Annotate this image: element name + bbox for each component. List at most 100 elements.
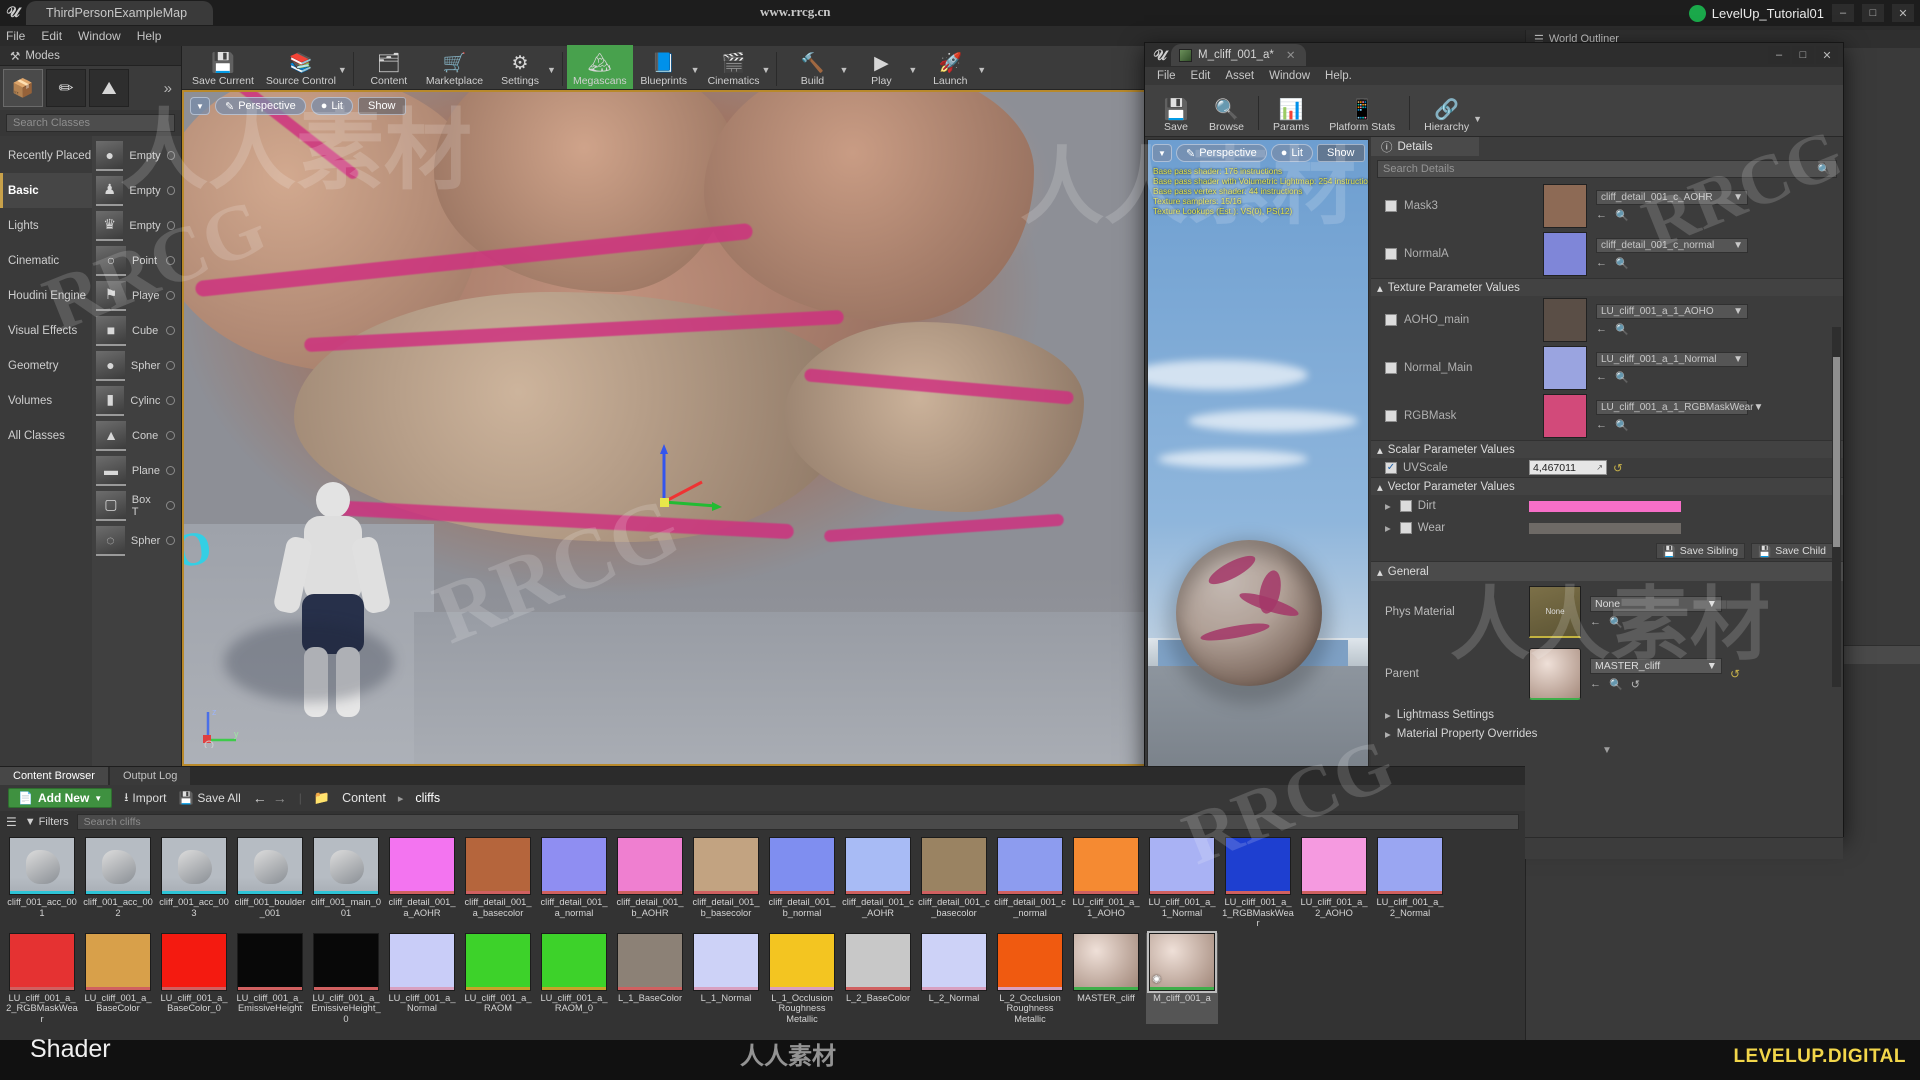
preview-lit-button[interactable]: ● Lit	[1270, 144, 1313, 162]
actor-item[interactable]: ▢ Box T	[92, 488, 181, 523]
toolbar-play-button[interactable]: ▶ Play	[850, 45, 912, 89]
level-viewport[interactable]: O z y ▼ ✎ Perspective ● Lit Show	[182, 90, 1152, 766]
asset-thumbnail[interactable]	[997, 932, 1063, 991]
chevron-down-icon[interactable]: ▼	[547, 65, 556, 75]
asset-thumbnail[interactable]	[389, 932, 455, 991]
asset-tile[interactable]: L_2_Normal	[918, 932, 990, 1025]
lightmass-settings-row[interactable]: ▸ Lightmass Settings	[1371, 705, 1843, 724]
chevron-down-icon[interactable]: ▼	[977, 65, 986, 75]
mat-toolbar-save-button[interactable]: 💾 Save	[1153, 99, 1199, 136]
parent-thumbnail[interactable]	[1529, 648, 1581, 700]
asset-tile[interactable]: LU_cliff_001_a_2_Normal	[1374, 837, 1446, 929]
search-classes-input[interactable]: Search Classes	[6, 114, 175, 132]
asset-tile[interactable]: L_2_Occlusion Roughness Metallic	[994, 932, 1066, 1025]
mat-toolbar-browse-button[interactable]: 🔍 Browse	[1199, 99, 1254, 136]
chevron-down-icon[interactable]: ▼	[1473, 114, 1482, 124]
material-preview-viewport[interactable]: ▼ ✎ Perspective ● Lit Show Base pass sha…	[1147, 139, 1369, 835]
browse-to-asset-icon[interactable]: 🔍	[1615, 257, 1629, 270]
chevron-down-icon[interactable]: ▼	[762, 65, 771, 75]
details-tab[interactable]: ⓘ Details	[1371, 137, 1479, 156]
asset-thumbnail[interactable]	[769, 932, 835, 991]
more-chevron-icon[interactable]: ▼	[1371, 745, 1843, 756]
asset-tile[interactable]: cliff_001_acc_001	[6, 837, 78, 929]
tab-output-log[interactable]: Output Log	[109, 767, 191, 785]
sources-toggle-icon[interactable]: ☰	[6, 815, 17, 829]
history-back-icon[interactable]: ←	[253, 790, 267, 806]
asset-tile[interactable]: cliff_detail_001_b_basecolor	[690, 837, 762, 929]
actor-info-icon[interactable]	[166, 256, 175, 265]
viewport-perspective-button[interactable]: ✎ Perspective	[215, 97, 306, 115]
actor-info-icon[interactable]	[166, 326, 175, 335]
mat-toolbar-hierarchy-button[interactable]: 🔗 Hierarchy	[1414, 99, 1479, 136]
asset-tile[interactable]: L_1_BaseColor	[614, 932, 686, 1025]
asset-thumbnail[interactable]	[617, 837, 683, 895]
asset-tile[interactable]: cliff_detail_001_c_AOHR	[842, 837, 914, 929]
texture-thumbnail[interactable]	[1543, 298, 1587, 342]
preview-show-button[interactable]: Show	[1316, 144, 1365, 162]
actor-info-icon[interactable]	[166, 291, 175, 300]
toolbar-launch-button[interactable]: 🚀 Launch	[919, 45, 981, 89]
details-scrollbar[interactable]	[1832, 327, 1841, 687]
actor-item[interactable]: ⚑ Playe	[92, 278, 181, 313]
browse-to-asset-icon[interactable]: 🔍	[1609, 616, 1623, 629]
category-visual-effects[interactable]: Visual Effects	[0, 313, 92, 348]
asset-tile[interactable]: LU_cliff_001_a_2_AOHO	[1298, 837, 1370, 929]
actor-info-icon[interactable]	[166, 396, 175, 405]
viewport-lit-button[interactable]: ● Lit	[310, 97, 353, 115]
asset-tile[interactable]: L_2_BaseColor	[842, 932, 914, 1025]
asset-thumbnail[interactable]	[161, 837, 227, 895]
chevron-down-icon[interactable]: ▼	[908, 65, 917, 75]
asset-tile[interactable]: cliff_001_acc_002	[82, 837, 154, 929]
actor-info-icon[interactable]	[166, 431, 175, 440]
uvscale-checkbox[interactable]: ✓	[1385, 461, 1397, 474]
category-houdini-engine[interactable]: Houdini Engine	[0, 278, 92, 313]
mat-menu-help[interactable]: Help.	[1325, 70, 1352, 82]
texture-thumbnail[interactable]	[1543, 232, 1587, 276]
asset-tile[interactable]: cliff_detail_001_a_AOHR	[386, 837, 458, 929]
asset-tile[interactable]: cliff_001_boulder_001	[234, 837, 306, 929]
asset-thumbnail[interactable]	[1149, 837, 1215, 895]
param-override-checkbox[interactable]: ✓	[1385, 248, 1397, 260]
toolbar-build-button[interactable]: 🔨 Build	[781, 45, 843, 89]
asset-thumbnail[interactable]	[161, 932, 227, 991]
add-new-button[interactable]: 📄 Add New ▼	[8, 788, 113, 808]
actor-item[interactable]: ♟ Empty	[92, 173, 181, 208]
toolbar-source-control-button[interactable]: 📚 Source Control	[260, 45, 342, 89]
save-all-button[interactable]: 💾 Save All	[178, 791, 240, 805]
more-modes-chevron-icon[interactable]: »	[164, 80, 178, 97]
preview-perspective-button[interactable]: ✎ Perspective	[1176, 144, 1267, 162]
parent-combo[interactable]: MASTER_cliff ▼	[1590, 657, 1722, 674]
toolbar-save-current-button[interactable]: 💾 Save Current	[186, 45, 260, 89]
material-instance-editor-window[interactable]: 𝒰 M_cliff_001_a* ✕ – □ ✕ File Edit Asset…	[1144, 42, 1844, 859]
reset-icon[interactable]: ↺	[1613, 461, 1623, 475]
chevron-down-icon[interactable]: ▼	[839, 65, 848, 75]
asset-thumbnail[interactable]	[541, 932, 607, 991]
browse-to-asset-icon[interactable]: 🔍	[1615, 419, 1629, 432]
param-override-checkbox[interactable]: ✓	[1385, 200, 1397, 212]
browse-to-asset-icon[interactable]: 🔍	[1609, 678, 1623, 691]
asset-tile[interactable]: LU_cliff_001_a_Normal	[386, 932, 458, 1025]
save-sibling-button[interactable]: 💾 Save Sibling	[1655, 543, 1746, 559]
toolbar-cinematics-button[interactable]: 🎬 Cinematics	[702, 45, 766, 89]
asset-thumbnail[interactable]	[617, 932, 683, 991]
asset-thumbnail[interactable]	[693, 932, 759, 991]
asset-thumbnail[interactable]	[85, 837, 151, 895]
mat-menu-window[interactable]: Window	[1269, 70, 1310, 82]
landscape-mode-icon[interactable]: ⛰	[89, 69, 129, 107]
texture-asset-combo[interactable]: cliff_detail_001_c_AOHR ▼	[1596, 190, 1748, 205]
use-selected-icon[interactable]: ←	[1596, 257, 1607, 270]
actor-item[interactable]: ▮ Cylinc	[92, 383, 181, 418]
actor-info-icon[interactable]	[166, 221, 175, 230]
browse-to-asset-icon[interactable]: 🔍	[1615, 371, 1629, 384]
history-forward-icon[interactable]: →	[273, 790, 287, 806]
asset-thumbnail[interactable]	[85, 932, 151, 991]
vector-parameter-values-header[interactable]: ▴ Vector Parameter Values	[1371, 477, 1843, 495]
reset-icon[interactable]: ↺	[1631, 678, 1640, 691]
asset-tile[interactable]: cliff_001_acc_003	[158, 837, 230, 929]
asset-thumbnail[interactable]	[1301, 837, 1367, 895]
use-selected-icon[interactable]: ←	[1590, 616, 1601, 629]
texture-asset-combo[interactable]: LU_cliff_001_a_1_Normal ▼	[1596, 352, 1748, 367]
mat-toolbar-platform-stats-button[interactable]: 📱 Platform Stats	[1319, 99, 1405, 136]
asset-tile[interactable]: cliff_detail_001_b_normal	[766, 837, 838, 929]
category-lights[interactable]: Lights	[0, 208, 92, 243]
